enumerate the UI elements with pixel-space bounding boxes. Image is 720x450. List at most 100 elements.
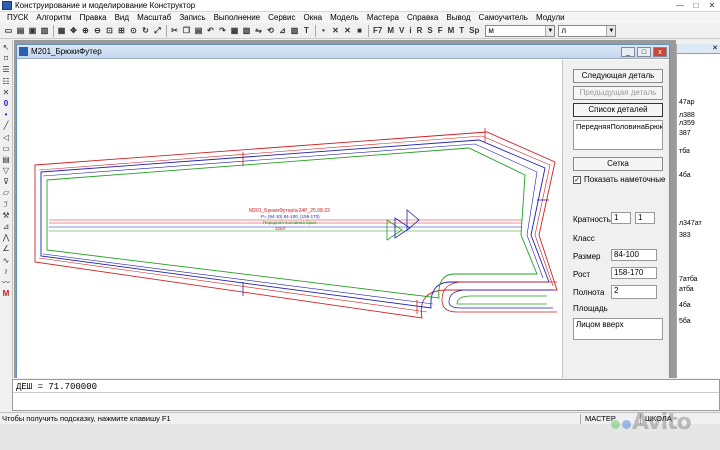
undo-icon[interactable]: ↶ — [205, 25, 216, 36]
s-button[interactable]: S — [425, 25, 434, 36]
prev-detail-button[interactable]: Предыдущая деталь — [573, 86, 663, 100]
menu-item-scale[interactable]: Масштаб — [133, 13, 175, 22]
show-basting-checkbox[interactable]: ✓ — [573, 175, 581, 184]
multiplicity-field-2[interactable]: 1 — [635, 212, 655, 224]
layers-icon[interactable]: ▧ — [241, 25, 252, 36]
cup-icon[interactable]: ▽ — [1, 165, 12, 176]
properties-icon[interactable]: ▨ — [289, 25, 300, 36]
copy-icon[interactable]: ❐ — [181, 25, 192, 36]
text-icon[interactable]: T — [301, 25, 312, 36]
open-folder-icon[interactable]: ▤ — [15, 25, 26, 36]
zigzag-icon[interactable]: 〰 — [1, 277, 12, 288]
child-maximize-button[interactable]: □ — [637, 46, 651, 57]
face-up-box[interactable]: Лицом вверх — [573, 318, 663, 340]
next-detail-button[interactable]: Следующая деталь — [573, 69, 663, 83]
layers-icon[interactable]: ▤ — [1, 154, 12, 165]
curve-icon[interactable]: ≀ — [1, 266, 12, 277]
maximize-button[interactable]: □ — [688, 0, 704, 11]
fit-icon[interactable]: ⤢ — [152, 25, 163, 36]
layer-select[interactable]: л ▼ — [558, 24, 617, 37]
fold-icon[interactable]: ⋀ — [1, 232, 12, 243]
list-item[interactable]: ПередняяПоловинаБрюк — [576, 122, 662, 131]
paste-icon[interactable]: ▤ — [193, 25, 204, 36]
m-button[interactable]: M — [385, 25, 396, 36]
menu-item-algorithm[interactable]: Алгоритм — [32, 13, 75, 22]
menu-item-service[interactable]: Сервис — [264, 13, 299, 22]
cut-icon[interactable]: ✂ — [169, 25, 180, 36]
curve-icon[interactable]: ∿ — [1, 255, 12, 266]
chevron-down-icon[interactable]: ▼ — [606, 25, 616, 36]
fullness-field[interactable]: 2 — [611, 285, 657, 299]
marker-icon[interactable]: ■ — [354, 25, 365, 36]
menu-item-start[interactable]: ПУСК — [3, 13, 32, 22]
r-button[interactable]: R — [415, 25, 425, 36]
save-as-icon[interactable]: ▥ — [39, 25, 50, 36]
zoom-window-icon[interactable]: ⊡ — [104, 25, 115, 36]
ruler-icon[interactable]: ▱ — [1, 187, 12, 198]
menu-item-wizards[interactable]: Мастера — [363, 13, 403, 22]
t-button[interactable]: T — [457, 25, 466, 36]
child-minimize-button[interactable]: _ — [621, 46, 635, 57]
print-icon[interactable]: ▦ — [56, 25, 67, 36]
mirror-icon[interactable]: ⇋ — [253, 25, 264, 36]
menu-item-windows[interactable]: Окна — [300, 13, 327, 22]
spline-icon[interactable]: ℐ — [1, 199, 12, 210]
zoom-in-icon[interactable]: ⊕ — [80, 25, 91, 36]
grid-button[interactable]: Сетка — [573, 157, 663, 171]
close-button[interactable]: ✕ — [704, 0, 720, 11]
pan-icon[interactable]: ✥ — [68, 25, 79, 36]
cross-icon[interactable]: ✕ — [330, 25, 341, 36]
cross-icon[interactable]: ✕ — [342, 25, 353, 36]
list-icon[interactable]: ☷ — [1, 76, 12, 87]
notch-icon[interactable]: ⊽ — [1, 176, 12, 187]
detail-list-button[interactable]: Список деталей — [573, 103, 663, 117]
tool-icon[interactable]: ⚒ — [1, 210, 12, 221]
zoom-all-icon[interactable]: ⊞ — [116, 25, 127, 36]
menu-item-record[interactable]: Запись — [175, 13, 209, 22]
menu-item-tutorial[interactable]: Самоучитель — [475, 13, 532, 22]
rotate-icon[interactable]: ⟲ — [265, 25, 276, 36]
rectangle-icon[interactable]: ▭ — [1, 143, 12, 154]
point-icon[interactable]: • — [1, 109, 12, 120]
info-button[interactable]: i — [407, 25, 413, 36]
f7-button[interactable]: F7 — [371, 25, 384, 36]
menu-item-help[interactable]: Справка — [403, 13, 442, 22]
menu-item-modules[interactable]: Модули — [532, 13, 569, 22]
menu-item-edit[interactable]: Правка — [76, 13, 111, 22]
command-output[interactable]: ДЕШ = 71.700000 — [12, 379, 720, 411]
grid-icon[interactable]: ▦ — [229, 25, 240, 36]
height-field[interactable]: 158-170 — [611, 267, 657, 279]
measure-icon[interactable]: ⊿ — [277, 25, 288, 36]
menu-item-model[interactable]: Модель — [326, 13, 363, 22]
select-icon[interactable]: ⌑ — [1, 53, 12, 64]
zoom-prev-icon[interactable]: ⊙ — [128, 25, 139, 36]
menu-item-view[interactable]: Вид — [111, 13, 133, 22]
zoom-out-icon[interactable]: ⊖ — [92, 25, 103, 36]
triangle-icon[interactable]: ◁ — [1, 132, 12, 143]
delete-icon[interactable]: ✕ — [1, 87, 12, 98]
menu-item-execute[interactable]: Выполнение — [210, 13, 265, 22]
side-window-close-icon[interactable]: ✕ — [677, 44, 720, 54]
f-button[interactable]: F — [436, 25, 445, 36]
refresh-icon[interactable]: ↻ — [140, 25, 151, 36]
size-field[interactable]: 84-100 — [611, 249, 657, 261]
line-icon[interactable]: ╱ — [1, 120, 12, 131]
child-close-button[interactable]: x — [653, 46, 667, 57]
minimize-button[interactable]: — — [672, 0, 688, 11]
m2-button[interactable]: M — [446, 25, 457, 36]
unit-select[interactable]: м ▼ — [485, 24, 556, 37]
list-icon[interactable]: ☰ — [1, 64, 12, 75]
save-icon[interactable]: ▣ — [27, 25, 38, 36]
angle-icon[interactable]: ∠ — [1, 243, 12, 254]
chevron-down-icon[interactable]: ▼ — [545, 25, 555, 36]
new-file-icon[interactable]: ▭ — [3, 25, 14, 36]
detail-listbox[interactable]: ПередняяПоловинаБрюк — [573, 120, 663, 150]
multiplicity-field-1[interactable]: 1 — [611, 212, 631, 224]
v-button[interactable]: V — [397, 25, 406, 36]
point-icon[interactable]: • — [318, 25, 329, 36]
arrow-icon[interactable]: ↖ — [1, 42, 12, 53]
redo-icon[interactable]: ↷ — [217, 25, 228, 36]
dart-icon[interactable]: ⊿ — [1, 221, 12, 232]
model-icon[interactable]: M — [1, 288, 12, 299]
drawing-canvas[interactable]: М201_БрюкиФутер№34Р_25.08-22 Р= (94-10) … — [17, 60, 562, 378]
